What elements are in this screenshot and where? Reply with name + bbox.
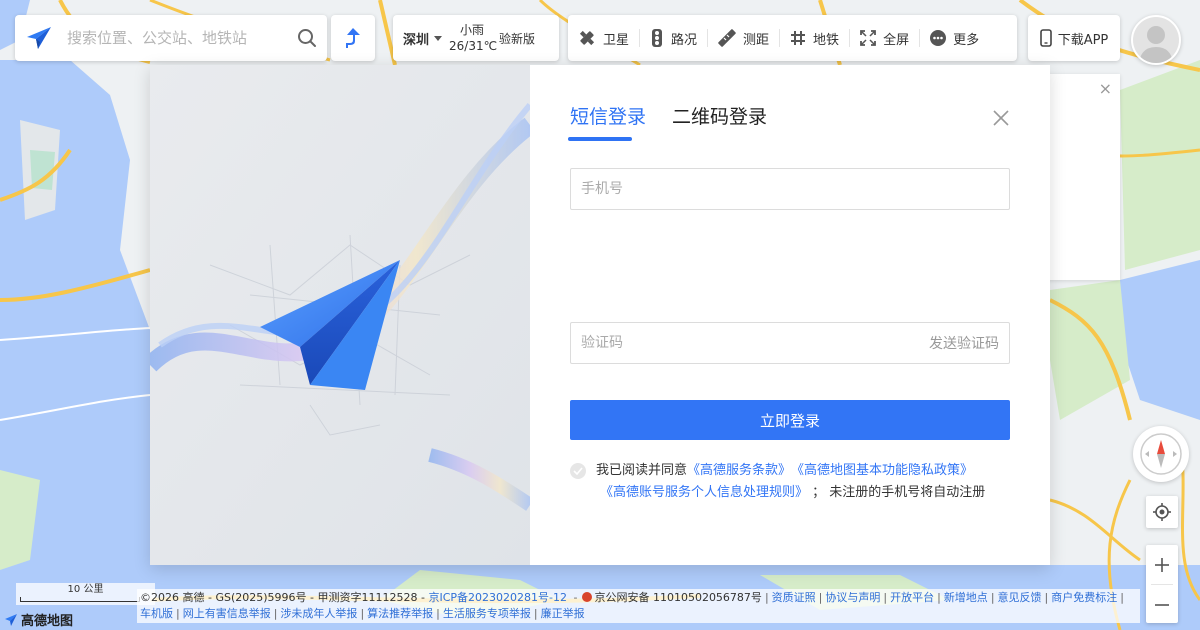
footer-link[interactable]: 网上有害信息举报 — [183, 607, 271, 620]
route-arrow-icon — [346, 28, 360, 48]
search-icon — [298, 29, 316, 47]
paper-plane-illustration — [150, 65, 530, 565]
compass-control[interactable] — [1133, 426, 1189, 482]
zoom-in-button[interactable] — [1146, 545, 1178, 584]
scale-label: 10 公里 — [67, 584, 104, 595]
tab-sms-login[interactable]: 短信登录 — [567, 102, 646, 141]
footer-link[interactable]: 新增地点 — [944, 591, 988, 604]
subway-button[interactable]: 地铁 — [780, 15, 849, 61]
footer-link[interactable]: 商户免费标注 — [1051, 591, 1117, 604]
measure-label: 测距 — [743, 32, 770, 48]
download-app-label: 下载APP — [1057, 32, 1109, 48]
satellite-label: 卫星 — [603, 32, 630, 48]
scale-bar — [20, 597, 140, 602]
footer-link[interactable]: 涉未成年人举报 — [280, 607, 357, 620]
locate-button[interactable] — [1146, 496, 1178, 528]
footer-link[interactable]: 协议与声明 — [825, 591, 880, 604]
city-weather-panel: 深圳 小雨 26/31℃ 验新版 — [393, 15, 559, 61]
city-selector[interactable]: 深圳 — [393, 29, 449, 48]
footer-info: ©2026 高德 - GS(2025)5996号 - 甲测资字11112528 … — [137, 589, 1140, 623]
new-version-link[interactable]: 验新版 — [499, 30, 535, 47]
check-icon — [573, 467, 583, 475]
ruler-icon — [718, 29, 736, 47]
map-scale: 10 公里 — [16, 583, 155, 605]
footer-link[interactable]: 算法推荐举报 — [367, 607, 433, 620]
weather-info[interactable]: 小雨 26/31℃ — [449, 22, 498, 54]
paper-plane-logo-icon — [24, 23, 54, 53]
fullscreen-button[interactable]: 全屏 — [850, 15, 919, 61]
footer-link[interactable]: 意见反馈 — [998, 591, 1042, 604]
brand-plane-icon — [5, 613, 17, 626]
login-form: 短信登录 二维码登录 发送验证码 立即登录 我已阅读并同意 《高德服务条 — [530, 65, 1050, 565]
more-label: 更多 — [953, 32, 980, 48]
search-button[interactable] — [287, 15, 327, 61]
weather-condition: 小雨 — [459, 23, 484, 37]
satellite-button[interactable]: 卫星 — [568, 15, 639, 61]
footer-link[interactable]: 生活服务专项举报 — [443, 607, 531, 620]
login-tabs: 短信登录 二维码登录 — [567, 102, 1010, 141]
terms-service-link[interactable]: 《高德服务条款》 — [687, 460, 791, 482]
terms-personal-info-link[interactable]: 《高德账号服务个人信息处理规则》 — [600, 485, 808, 500]
amap-brand: 高德地图 — [4, 610, 73, 629]
footer-link[interactable]: 开放平台 — [890, 591, 934, 604]
phone-input[interactable] — [571, 169, 1009, 209]
compass-icon — [1140, 433, 1182, 475]
map-toolbar: 卫星 路况 测距 地铁 全屏 更多 — [568, 15, 1017, 61]
minus-icon — [1155, 603, 1169, 606]
zoom-out-button[interactable] — [1146, 585, 1178, 624]
close-panel-icon[interactable]: × — [1099, 80, 1112, 98]
more-dots-icon — [930, 30, 947, 46]
tab-qr-login[interactable]: 二维码登录 — [672, 102, 767, 137]
subway-label: 地铁 — [813, 32, 840, 48]
fullscreen-icon — [860, 30, 876, 46]
police-badge-icon — [582, 592, 593, 602]
download-app-button[interactable]: 下载APP — [1028, 15, 1120, 61]
footer-icp-link[interactable]: 京ICP备2023020281号-12 — [428, 591, 567, 604]
default-avatar-icon — [1133, 17, 1179, 63]
login-dialog: 短信登录 二维码登录 发送验证码 立即登录 我已阅读并同意 《高德服务条 — [150, 65, 1050, 565]
login-submit-button[interactable]: 立即登录 — [570, 400, 1010, 440]
verification-code-input[interactable] — [571, 323, 929, 363]
satellite-icon — [579, 30, 595, 46]
footer-link[interactable]: 廉正举报 — [541, 607, 585, 620]
brand-name: 高德地图 — [21, 614, 74, 629]
traffic-label: 路况 — [671, 32, 698, 48]
agree-prefix: 我已阅读并同意 — [596, 463, 688, 478]
footer-police-record[interactable]: 京公网安备 11010502056787号 — [594, 591, 761, 604]
agreement-text: 我已阅读并同意 《高德服务条款》 《高德地图基本功能隐私政策》 《高德账号服务个… — [570, 460, 1020, 504]
weather-temperature: 26/31℃ — [449, 39, 498, 53]
caret-down-icon — [434, 35, 443, 41]
city-name: 深圳 — [403, 32, 430, 48]
plus-icon — [1155, 557, 1169, 572]
agree-checkbox[interactable] — [570, 463, 586, 479]
search-box — [15, 15, 327, 61]
send-code-button[interactable]: 发送验证码 — [929, 333, 1009, 353]
measure-button[interactable]: 测距 — [708, 15, 779, 61]
code-field: 发送验证码 — [570, 322, 1010, 364]
user-avatar[interactable] — [1131, 15, 1181, 65]
traffic-button[interactable]: 路况 — [640, 15, 707, 61]
route-button[interactable] — [331, 15, 375, 61]
amap-logo[interactable] — [15, 15, 63, 61]
footer-link[interactable]: 车机版 — [140, 607, 173, 620]
locate-target-icon — [1153, 503, 1171, 521]
footer-copyright: ©2026 高德 - GS(2025)5996号 - 甲测资字11112528 … — [140, 591, 425, 604]
subway-icon — [791, 31, 806, 45]
more-button[interactable]: 更多 — [920, 15, 989, 61]
login-illustration — [150, 65, 530, 565]
close-dialog-icon[interactable] — [992, 109, 1010, 127]
phone-icon — [1039, 29, 1052, 47]
footer-link[interactable]: 资质证照 — [772, 591, 816, 604]
terms-privacy-link[interactable]: 《高德地图基本功能隐私政策》 — [791, 460, 973, 482]
phone-field — [570, 168, 1010, 210]
search-input[interactable] — [63, 15, 287, 61]
traffic-light-icon — [652, 29, 663, 47]
fullscreen-label: 全屏 — [883, 32, 910, 48]
auto-register-note: ； 未注册的手机号将自动注册 — [812, 485, 986, 500]
zoom-control — [1146, 545, 1178, 623]
